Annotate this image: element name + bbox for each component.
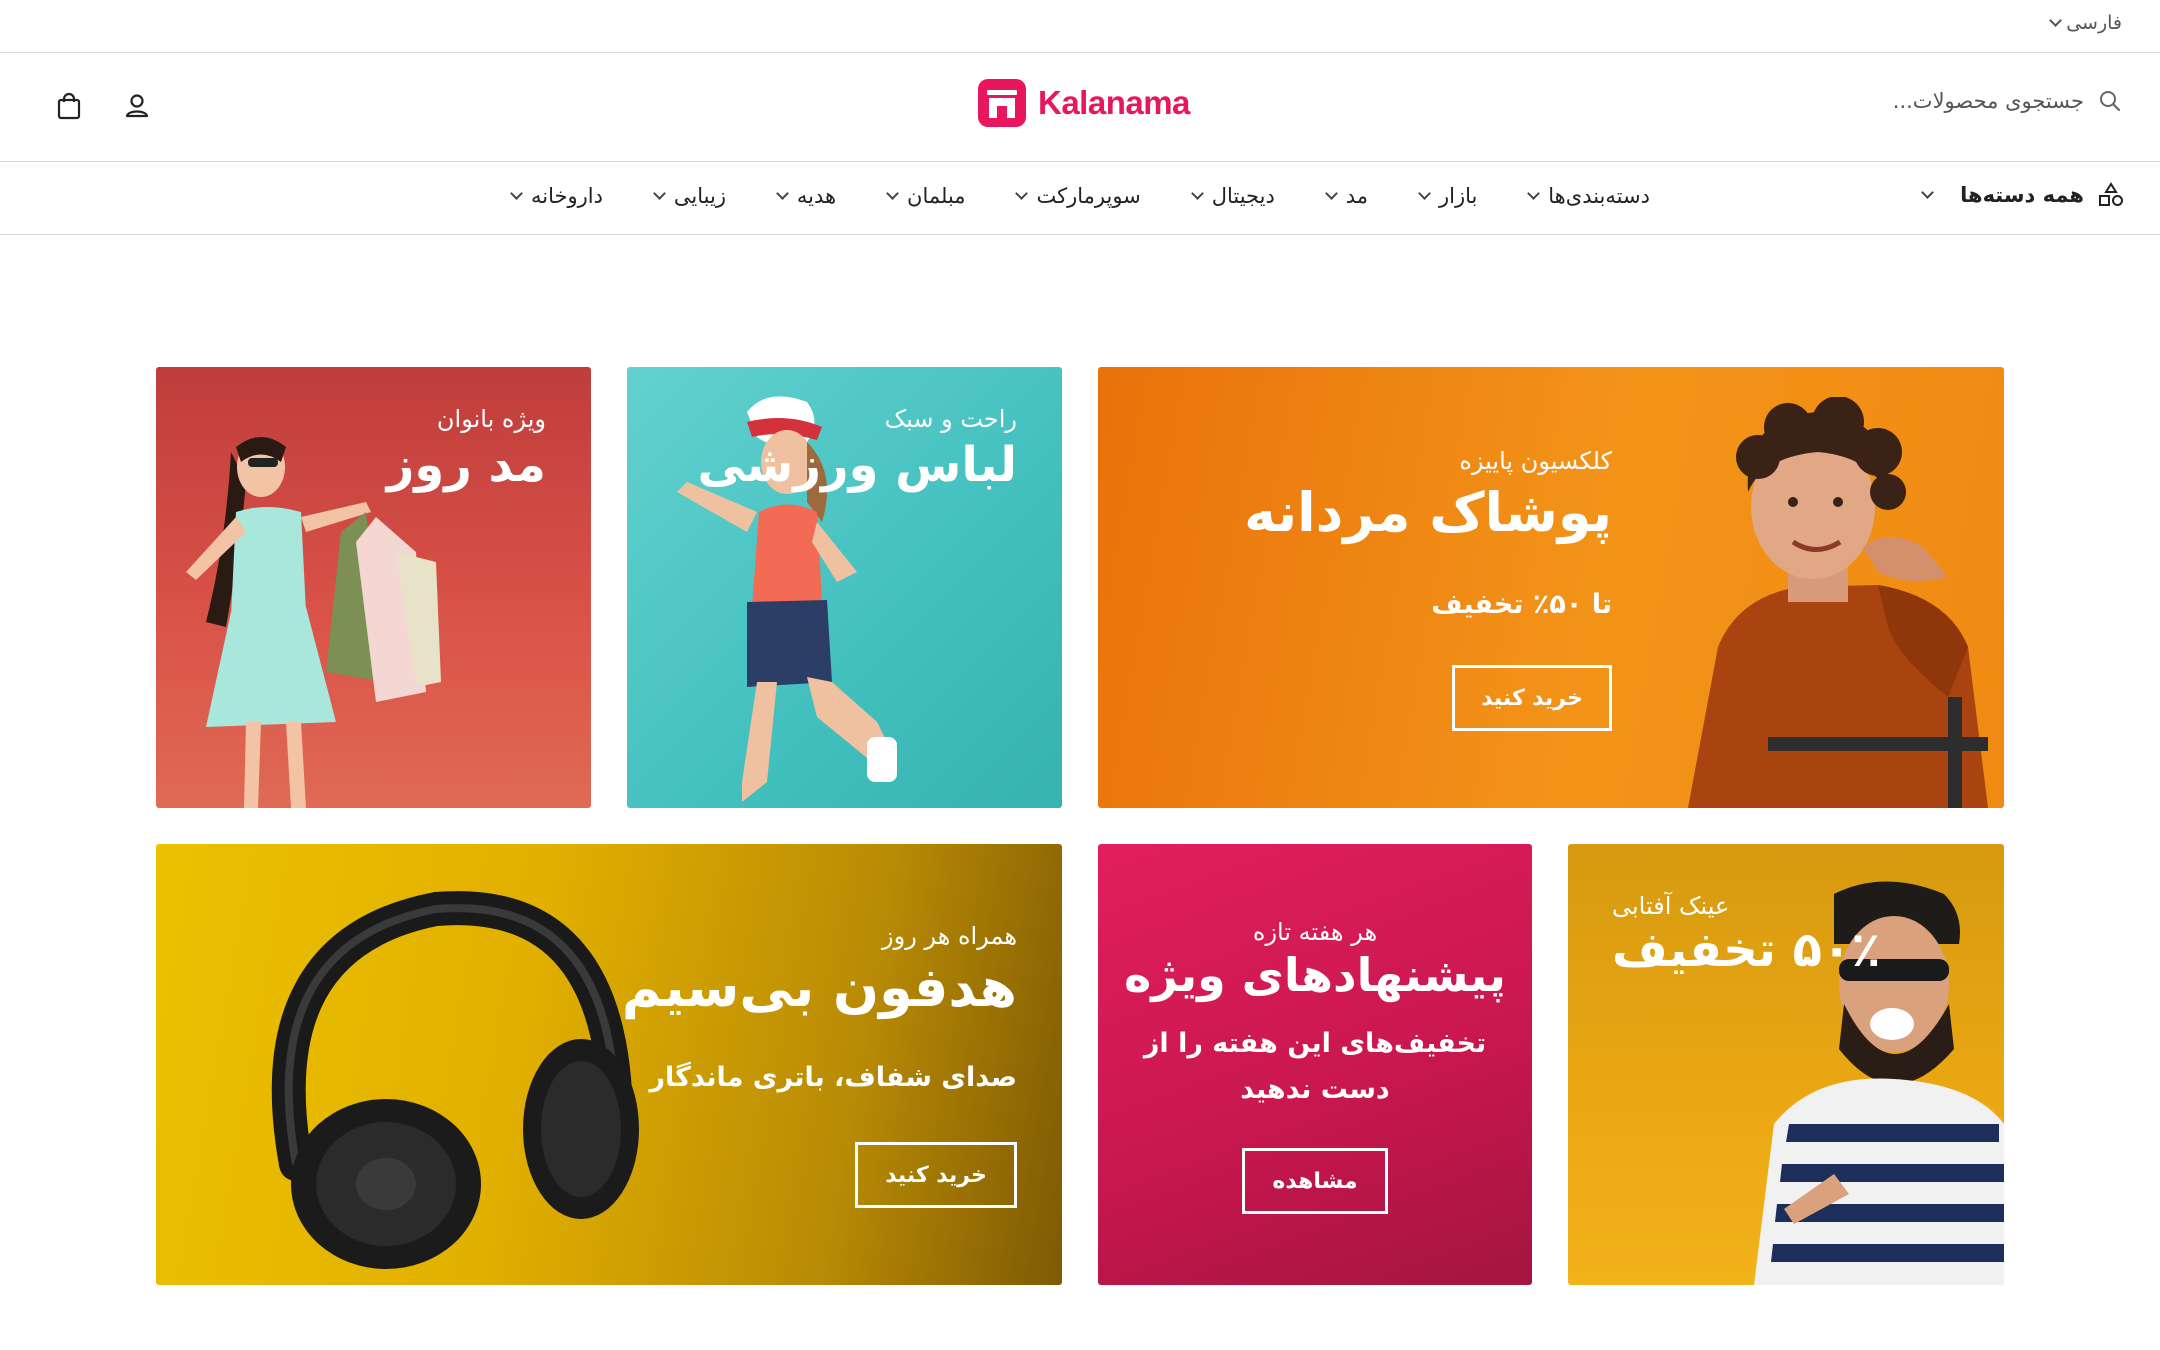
headphones-photo (271, 891, 639, 1269)
nav-item-beauty[interactable]: زیبایی (653, 184, 726, 208)
nav-item-label: سوپرمارکت (1036, 184, 1141, 208)
search-icon[interactable] (2098, 89, 2122, 113)
banner-eyebrow: کلکسیون پاییزه (1459, 447, 1612, 475)
chevron-down-icon (886, 187, 899, 200)
banner-eyebrow: همراه هر روز (882, 922, 1017, 950)
nav-item-label: دسته‌بندی‌ها (1548, 184, 1650, 208)
banner-subtitle: تا ۵۰٪ تخفیف (1431, 589, 1612, 620)
nav-item-digital[interactable]: دیجیتال (1190, 184, 1275, 208)
search-input[interactable]: جستجوی محصولات... (1893, 89, 2084, 113)
chevron-down-icon (1418, 187, 1431, 200)
chevron-down-icon (2049, 14, 2063, 27)
chevron-down-icon (1921, 186, 1934, 199)
chevron-down-icon (653, 187, 666, 200)
nav-item-label: زیبایی (673, 184, 726, 208)
banner-sunglasses[interactable]: عینک آفتابی ۵۰٪ تخفیف (1568, 844, 2004, 1285)
shop-now-button[interactable]: خرید کنید (855, 1142, 1017, 1208)
banner-title: ۵۰٪ تخفیف (1612, 922, 1881, 978)
shapes-icon (2099, 182, 2123, 206)
nav-item-fashion[interactable]: مد (1324, 184, 1369, 208)
nav-item-label: مد (1345, 184, 1369, 208)
banner-headphones[interactable]: همراه هر روز هدفون بی‌سیم صدای شفاف، بات… (156, 844, 1062, 1285)
shopping-bag-icon[interactable] (54, 91, 84, 121)
nav-item-gift[interactable]: هدیه (776, 184, 837, 208)
nav-item-bazaar[interactable]: بازار (1418, 184, 1478, 208)
main-nav: همه دسته‌ها دسته‌بندی‌ها بازار مد دیجیتا… (0, 162, 2160, 235)
man-photo (1688, 397, 1988, 808)
chevron-down-icon (776, 187, 789, 200)
user-icon[interactable] (122, 91, 152, 121)
nav-item-label: دیجیتال (1211, 184, 1275, 208)
language-selector[interactable]: فارسی (2049, 12, 2122, 34)
banner-title: هدفون بی‌سیم (621, 956, 1017, 1019)
chevron-down-icon (1015, 187, 1029, 200)
nav-item-label: داروخانه (531, 184, 603, 208)
site-logo[interactable]: Kalanama (978, 79, 1190, 127)
banner-mens-clothing[interactable]: کلکسیون پاییزه پوشاک مردانه تا ۵۰٪ تخفیف… (1098, 367, 2004, 808)
nav-item-categories[interactable]: دسته‌بندی‌ها (1527, 184, 1650, 208)
chevron-down-icon (1324, 187, 1338, 200)
banner-eyebrow: هر هفته تازه (1252, 918, 1378, 946)
site-header: جستجوی محصولات... Kalanama (0, 53, 2160, 162)
banner-weekly-offers[interactable]: هر هفته تازه پیشنهادهای ویژه تخفیف‌های ا… (1098, 844, 1532, 1285)
view-button[interactable]: مشاهده (1242, 1148, 1388, 1214)
banner-subtitle: صدای شفاف، باتری ماندگار (649, 1062, 1017, 1093)
nav-item-label: مبلمان (907, 184, 966, 208)
chevron-down-icon (510, 187, 523, 200)
nav-item-pharmacy[interactable]: داروخانه (510, 184, 603, 208)
banner-title: پوشاک مردانه (1244, 481, 1612, 544)
all-categories-label: همه دسته‌ها (1960, 183, 2084, 207)
banner-eyebrow: عینک آفتابی (1612, 892, 1730, 920)
chevron-down-icon (1190, 187, 1204, 200)
nav-item-furniture[interactable]: مبلمان (886, 184, 966, 208)
banner-eyebrow: ویژه بانوان (436, 405, 546, 433)
top-bar: فارسی (0, 0, 2160, 53)
search-box[interactable]: جستجوی محصولات... (1893, 89, 2122, 113)
shop-now-button[interactable]: خرید کنید (1452, 665, 1612, 731)
banner-title: پیشنهادهای ویژه (1124, 948, 1506, 1002)
nav-list: دسته‌بندی‌ها بازار مد دیجیتال سوپرمارکت … (510, 184, 1650, 208)
banner-subtitle-line1: تخفیف‌های این هفته را از (1143, 1028, 1487, 1059)
banner-eyebrow: راحت و سبک (884, 405, 1017, 433)
nav-item-supermarket[interactable]: سوپرمارکت (1015, 184, 1141, 208)
logo-text: Kalanama (1038, 84, 1190, 121)
banner-womens-fashion[interactable]: ویژه بانوان مد روز (156, 367, 591, 808)
chevron-down-icon (1527, 187, 1541, 200)
all-categories-menu[interactable]: همه دسته‌ها (1921, 182, 2124, 208)
nav-item-label: بازار (1438, 184, 1478, 208)
language-label: فارسی (2066, 12, 2122, 34)
banner-title: مد روز (386, 437, 546, 493)
store-icon (978, 79, 1026, 127)
nav-item-label: هدیه (796, 184, 837, 208)
banner-subtitle-line2: دست ندهید (1240, 1074, 1390, 1105)
banner-title: لباس ورزشی (697, 437, 1017, 493)
banner-sportswear[interactable]: راحت و سبک لباس ورزشی (627, 367, 1062, 808)
